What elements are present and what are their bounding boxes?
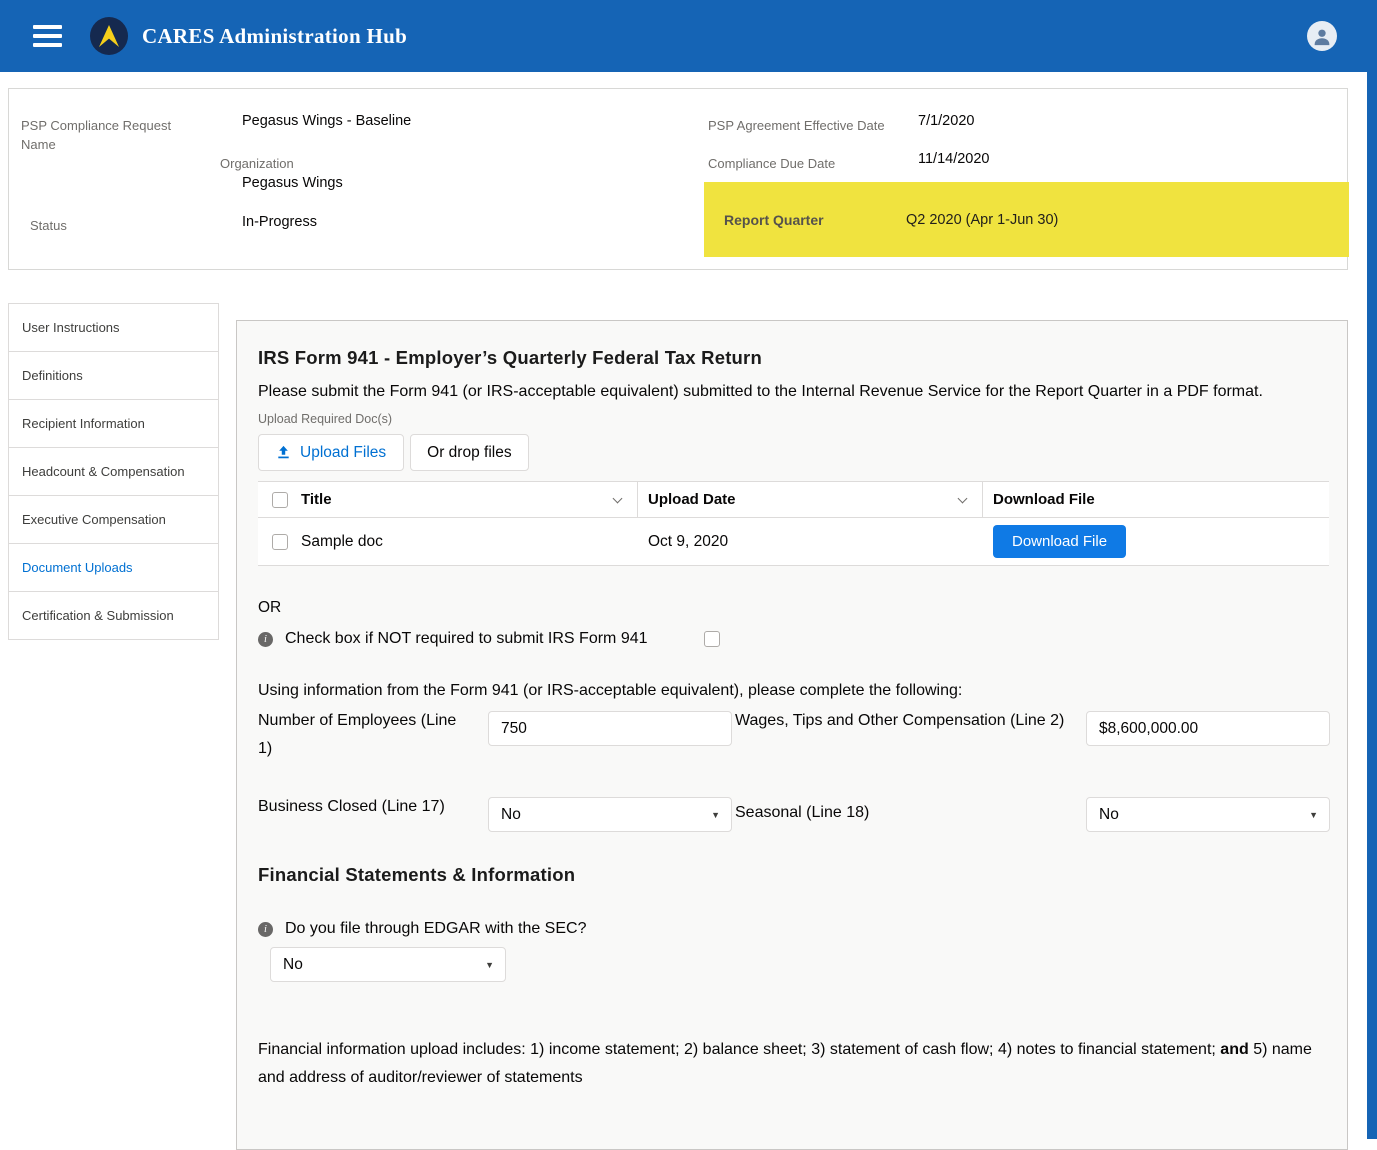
caret-down-icon: ▼ (485, 960, 494, 970)
organization-value: Pegasus Wings (242, 175, 343, 191)
request-name-value: Pegasus Wings - Baseline (242, 113, 411, 129)
app-header: CARES Administration Hub (0, 0, 1377, 72)
upload-required-label: Upload Required Doc(s) (258, 412, 1329, 426)
or-label: OR (258, 599, 1329, 617)
complete-instruction: Using information from the Form 941 (or … (258, 682, 1329, 700)
due-date-value: 11/14/2020 (918, 151, 990, 167)
status-label: Status (30, 216, 67, 235)
report-quarter-label: Report Quarter (724, 212, 906, 228)
app-title: CARES Administration Hub (142, 24, 407, 49)
edgar-question: Do you file through EDGAR with the SEC? (285, 920, 586, 938)
sidebar-item-definitions[interactable]: Definitions (9, 352, 218, 400)
form941-title: IRS Form 941 - Employer’s Quarterly Fede… (258, 347, 1329, 369)
report-quarter-value: Q2 2020 (Apr 1-Jun 30) (906, 212, 1058, 228)
column-header-download-file: Download File (983, 482, 1329, 517)
table-row: Sample doc Oct 9, 2020 Download File (258, 518, 1329, 566)
form941-description: Please submit the Form 941 (or IRS-accep… (258, 378, 1328, 406)
upload-icon (276, 445, 291, 460)
document-uploads-panel: IRS Form 941 - Employer’s Quarterly Fede… (236, 320, 1348, 1150)
row-checkbox[interactable] (272, 534, 288, 550)
financial-section-title: Financial Statements & Information (258, 864, 1329, 886)
cell-title: Sample doc (301, 533, 383, 551)
person-icon (1311, 25, 1333, 47)
caret-down-icon: ▼ (1309, 810, 1318, 820)
info-icon[interactable]: i (258, 632, 273, 647)
sidebar-item-executive-compensation[interactable]: Executive Compensation (9, 496, 218, 544)
business-closed-label: Business Closed (Line 17) (258, 793, 488, 821)
chevron-down-icon[interactable] (958, 494, 968, 504)
effective-date-label: PSP Agreement Effective Date (708, 116, 885, 135)
employees-label: Number of Employees (Line 1) (258, 707, 488, 763)
app-logo-icon (90, 17, 128, 55)
report-quarter-highlight: Report Quarter Q2 2020 (Apr 1-Jun 30) (704, 182, 1349, 257)
business-closed-select[interactable]: No ▼ (488, 797, 732, 832)
form941-fields: Number of Employees (Line 1) Wages, Tips… (258, 707, 1329, 832)
seasonal-label: Seasonal (Line 18) (735, 793, 1086, 827)
drop-files-label: Or drop files (427, 444, 511, 462)
menu-icon[interactable] (33, 25, 62, 47)
sidebar-item-headcount-compensation[interactable]: Headcount & Compensation (9, 448, 218, 496)
cell-upload-date: Oct 9, 2020 (648, 533, 728, 551)
status-value: In-Progress (242, 214, 317, 230)
not-required-checkbox[interactable] (704, 631, 720, 647)
seasonal-select[interactable]: No ▼ (1086, 797, 1330, 832)
upload-controls: Upload Files Or drop files (258, 434, 1329, 471)
caret-down-icon: ▼ (711, 810, 720, 820)
sidebar-item-certification-submission[interactable]: Certification & Submission (9, 592, 218, 640)
documents-table: Title Upload Date Download File Sample d… (258, 481, 1329, 566)
wages-input[interactable] (1086, 711, 1330, 746)
drop-files-zone[interactable]: Or drop files (410, 434, 528, 471)
sidebar-item-document-uploads[interactable]: Document Uploads (9, 544, 218, 592)
sidebar-item-user-instructions[interactable]: User Instructions (9, 304, 218, 352)
wages-label: Wages, Tips and Other Compensation (Line… (735, 707, 1086, 735)
vertical-scrollbar[interactable] (1367, 0, 1377, 1139)
chevron-down-icon[interactable] (613, 494, 623, 504)
column-header-title[interactable]: Title (301, 482, 638, 517)
user-avatar[interactable] (1307, 21, 1337, 51)
financial-upload-note: Financial information upload includes: 1… (258, 1036, 1318, 1092)
select-all-checkbox[interactable] (272, 492, 288, 508)
request-name-label: PSP Compliance Request Name (21, 116, 183, 154)
column-header-upload-date[interactable]: Upload Date (638, 482, 983, 517)
table-header-row: Title Upload Date Download File (258, 481, 1329, 518)
sidebar-item-recipient-information[interactable]: Recipient Information (9, 400, 218, 448)
not-required-label: Check box if NOT required to submit IRS … (285, 630, 648, 648)
download-file-button[interactable]: Download File (993, 525, 1126, 558)
info-icon[interactable]: i (258, 922, 273, 937)
effective-date-value: 7/1/2020 (918, 113, 974, 129)
logo-chevron-icon (99, 25, 119, 47)
upload-files-button[interactable]: Upload Files (258, 434, 404, 471)
not-required-row: i Check box if NOT required to submit IR… (258, 630, 1329, 648)
upload-files-label: Upload Files (300, 444, 386, 462)
edgar-select[interactable]: No ▼ (270, 947, 506, 982)
summary-card: PSP Compliance Request Name Pegasus Wing… (8, 88, 1348, 270)
organization-label: Organization (220, 154, 294, 173)
sidebar-nav: User Instructions Definitions Recipient … (8, 303, 219, 640)
edgar-question-row: i Do you file through EDGAR with the SEC… (258, 920, 1329, 938)
due-date-label: Compliance Due Date (708, 154, 835, 173)
employees-input[interactable] (488, 711, 732, 746)
